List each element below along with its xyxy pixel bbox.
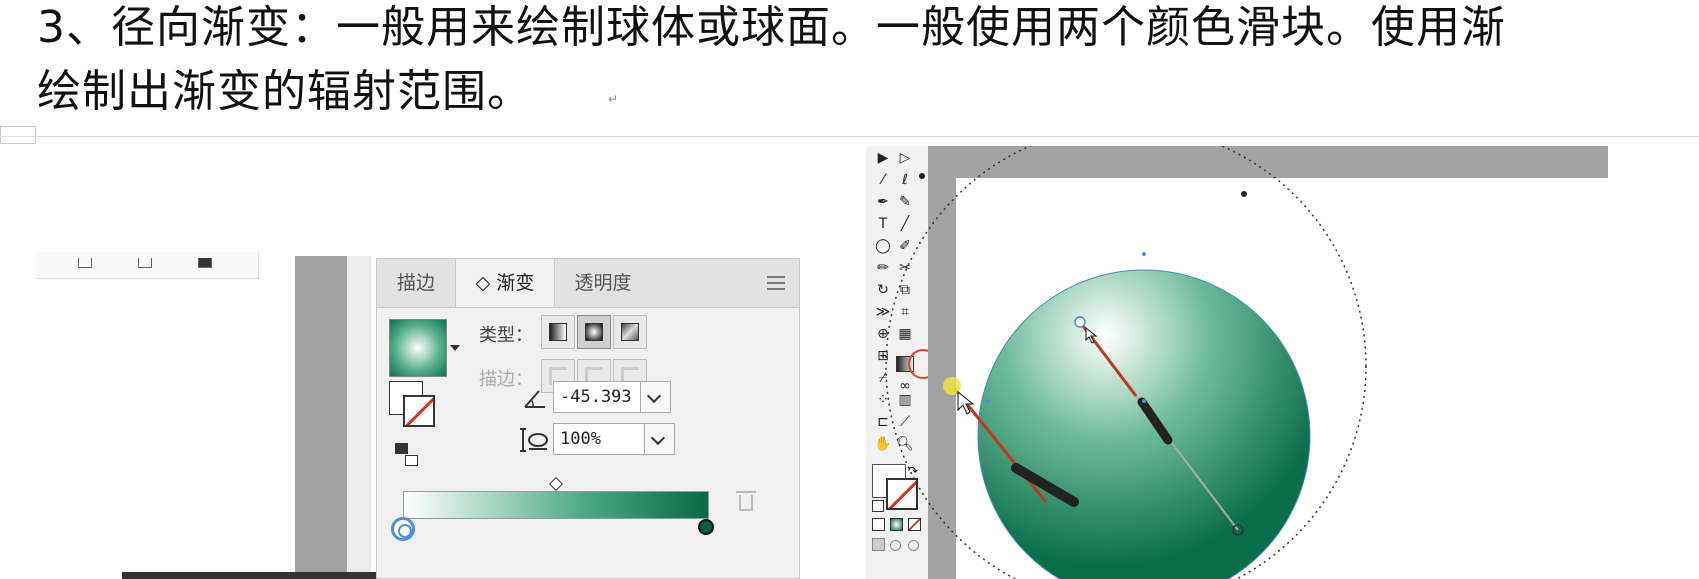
aspect-ratio-icon [520,428,548,452]
stroke-none-box[interactable] [403,395,435,427]
anchor-point [986,399,990,403]
radius-handle[interactable] [919,173,925,179]
freeform-gradient-button[interactable] [613,315,647,349]
aspect-ratio-dropdown[interactable] [645,423,675,455]
radial-gradient-button[interactable] [577,315,611,349]
pasteboard-edge [295,256,347,579]
radius-handle[interactable] [1241,191,1247,197]
annotator-start-point[interactable] [1074,316,1086,328]
anchor-point [1142,399,1146,403]
small-box-icon [78,258,92,268]
angle-dropdown[interactable] [641,381,671,413]
reverse-gradient-icon[interactable] [395,443,421,469]
chevron-down-icon[interactable] [450,345,460,351]
linear-gradient-icon [549,323,567,341]
gradient-stop-end[interactable] [698,519,714,535]
fill-stroke-icon[interactable] [389,381,439,431]
document-divider [0,136,1699,137]
small-box-icon [138,258,152,268]
linear-gradient-button[interactable] [541,315,575,349]
canvas-artwork [885,146,1367,579]
tab-gradient[interactable]: ◇ 渐变 [455,259,555,307]
gradient-stop-start[interactable] [391,517,415,541]
midpoint-diamond[interactable] [548,476,564,492]
trash-icon[interactable] [736,491,756,511]
gradient-slider[interactable] [403,491,709,519]
document-line-1: 3、径向渐变：一般用来绘制球体或球面。一般使用两个颜色滑块。使用渐 [37,2,1506,53]
sphere[interactable] [977,269,1311,579]
type-label: 类型： [479,325,533,346]
gradient-panel: 描边 ◇ 渐变 透明度 类型： 描边： -45.393 100% [376,258,800,579]
partial-toolbar-strip [36,252,259,279]
paragraph-mark: ↵ [608,92,619,106]
panel-menu-icon[interactable] [767,276,785,290]
freeform-gradient-icon [621,323,639,341]
document-line-2: 绘制出渐变的辐射范围。 [37,66,532,117]
aspect-ratio-input[interactable]: 100% [553,423,645,455]
panel-tab-bar: 描边 ◇ 渐变 透明度 [377,259,799,308]
panel-gutter [347,256,371,579]
tab-stroke[interactable]: 描边 [377,259,455,307]
illustrator-canvas-screenshot: ▶ ▷ ⁄ ℓ ✒ ✎ T ╱ ◯ ✐ ✏ ✂ ↻ ⧉ ≫ ⌗ ⊕ ▦ ⊞ ⌿ … [866,146,1699,579]
anchor-point [1142,252,1146,256]
tab-transparency[interactable]: 透明度 [553,259,653,307]
angle-icon [524,390,545,408]
gradient-swatch[interactable] [389,319,447,377]
radial-gradient-icon [585,323,603,341]
section-marker [0,126,36,144]
angle-input[interactable]: -45.393 [553,381,641,413]
small-box-icon [198,258,212,268]
